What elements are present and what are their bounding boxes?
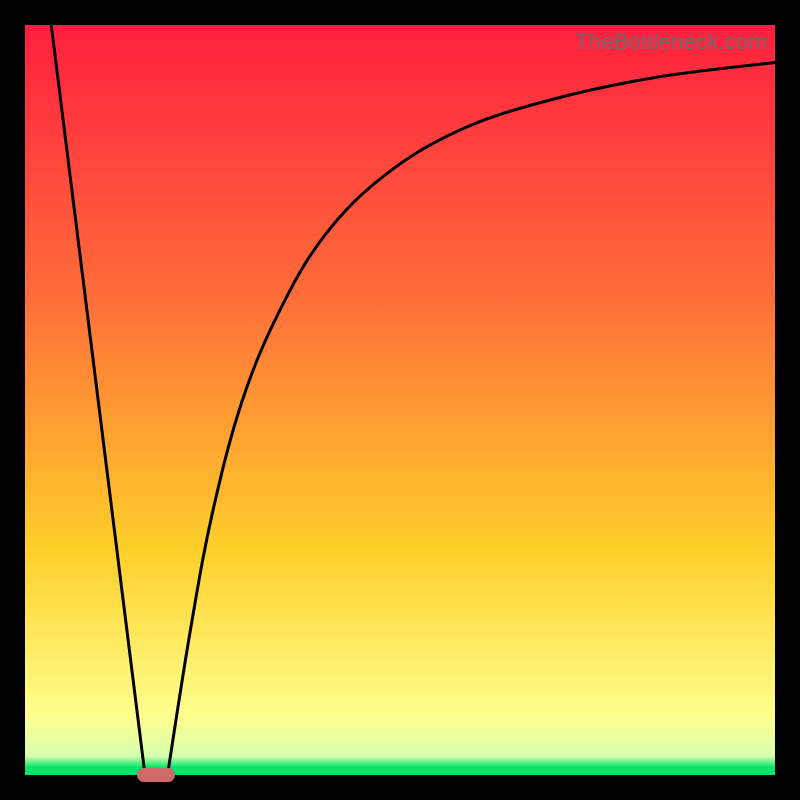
chart-curves <box>25 25 775 775</box>
bottleneck-marker <box>137 768 175 782</box>
series-left-line <box>51 25 145 775</box>
series-right-curve <box>168 63 776 776</box>
chart-frame: TheBottleneck.com <box>0 0 800 800</box>
plot-area: TheBottleneck.com <box>25 25 775 775</box>
